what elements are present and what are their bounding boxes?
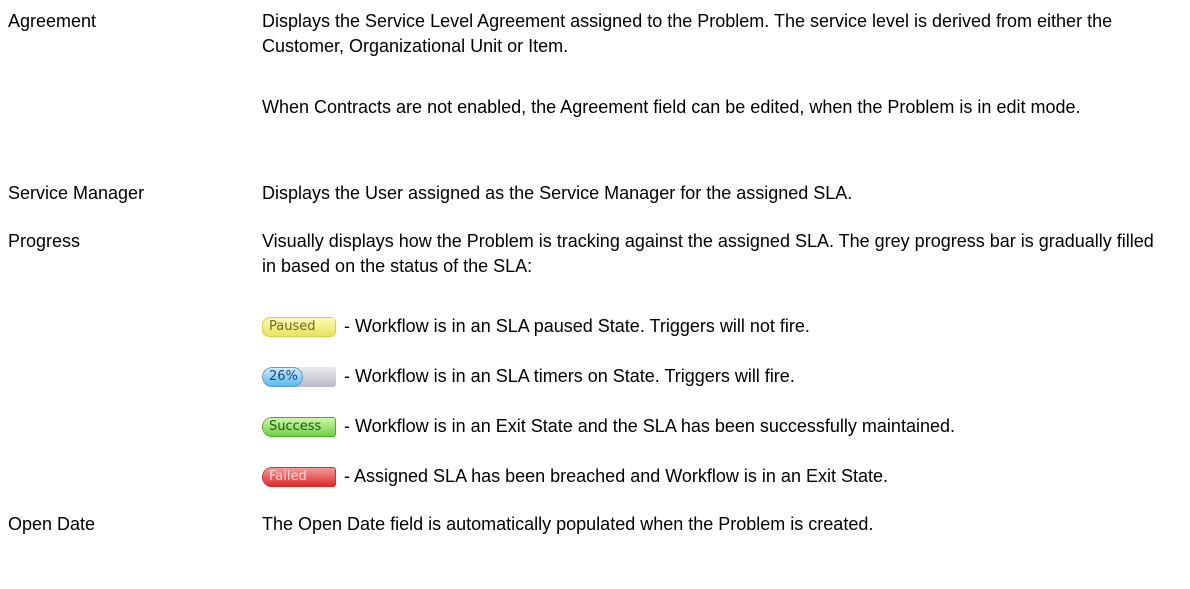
failed-status-text: - Assigned SLA has been breached and Wor…: [344, 466, 888, 486]
field-term-agreement: Agreement: [8, 11, 97, 31]
progress-status-text: - Workflow is in an SLA timers on State.…: [344, 366, 795, 386]
status-row-progress: 26% - Workflow is in an SLA timers on St…: [262, 364, 795, 389]
progress-percent-label: 26%: [262, 366, 304, 387]
agreement-edit-note: When Contracts are not enabled, the Agre…: [262, 97, 1081, 117]
success-status-text: - Workflow is in an Exit State and the S…: [344, 416, 955, 436]
field-term-progress: Progress: [8, 231, 81, 251]
field-term-service-manager: Service Manager: [8, 183, 145, 203]
paused-badge-label: Paused: [262, 316, 336, 337]
agreement-description: Displays the Service Level Agreement ass…: [262, 11, 1113, 56]
failed-badge-label: Failed: [262, 466, 336, 487]
failed-status-badge: Failed: [262, 466, 336, 487]
status-row-paused: Paused - Workflow is in an SLA paused St…: [262, 314, 810, 339]
progress-description: Visually displays how the Problem is tra…: [262, 231, 1154, 276]
paused-status-badge: Paused: [262, 316, 336, 337]
field-term-open-date: Open Date: [8, 514, 96, 534]
status-row-success: Success - Workflow is in an Exit State a…: [262, 414, 955, 439]
success-badge-label: Success: [262, 416, 336, 437]
open-date-description: The Open Date field is automatically pop…: [262, 514, 874, 534]
progress-percent-badge: 26%: [262, 366, 336, 387]
status-row-failed: Failed - Assigned SLA has been breached …: [262, 464, 888, 489]
service-manager-description: Displays the User assigned as the Servic…: [262, 183, 853, 203]
success-status-badge: Success: [262, 416, 336, 437]
paused-status-text: - Workflow is in an SLA paused State. Tr…: [344, 316, 810, 336]
